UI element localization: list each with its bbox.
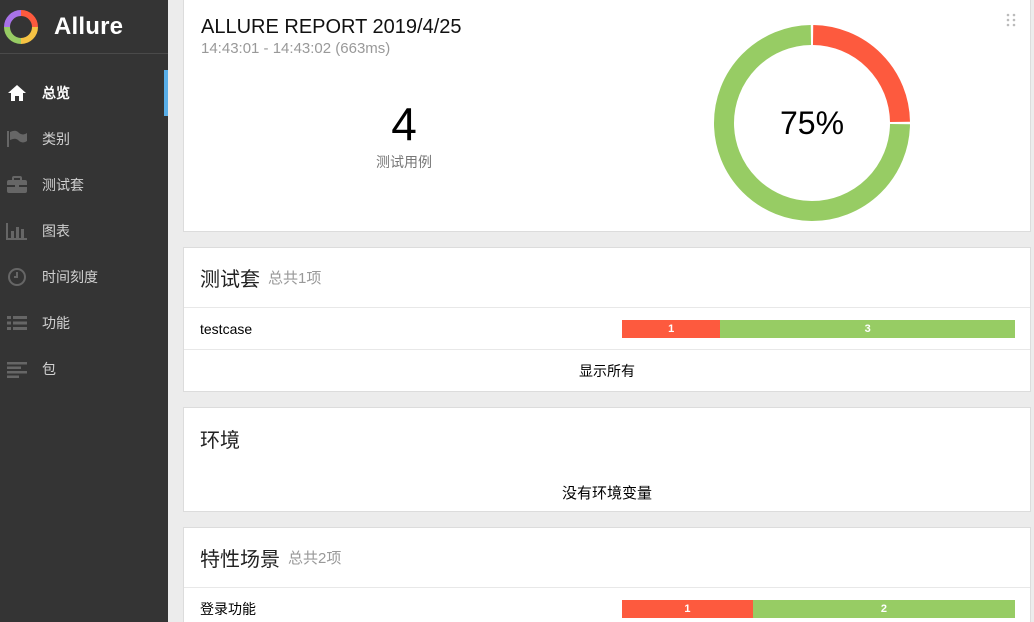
brand-name: Allure xyxy=(54,12,124,40)
sidebar-item-categories[interactable]: 类别 xyxy=(0,116,168,162)
test-case-count: 4 xyxy=(391,98,417,150)
widget-title: 环境 xyxy=(200,429,240,452)
bar-chart-icon xyxy=(6,220,28,242)
sidebar-item-label: 测试套 xyxy=(42,177,84,193)
sidebar-item-label: 图表 xyxy=(42,223,70,239)
sidebar-item-graphs[interactable]: 图表 xyxy=(0,208,168,254)
failed-segment: 1 xyxy=(622,600,753,618)
allure-logo-icon xyxy=(4,9,38,44)
sidebar-item-label: 功能 xyxy=(42,315,70,331)
report-time-range: 14:43:01 - 14:43:02 (663ms) xyxy=(201,40,391,57)
sidebar-item-overview[interactable]: 总览 xyxy=(0,70,168,116)
status-bar: 1 2 xyxy=(622,600,1015,618)
sidebar-item-label: 包 xyxy=(42,361,56,377)
sidebar-item-behaviors[interactable]: 功能 xyxy=(0,300,168,346)
align-left-icon xyxy=(6,358,28,380)
sidebar-item-label: 类别 xyxy=(42,131,70,147)
summary-widget: ALLURE REPORT 2019/4/25 14:43:01 - 14:43… xyxy=(183,0,1031,232)
sidebar: Allure 总览 类别 测试套 图表 时间刻度 功能 包 xyxy=(0,0,168,622)
sidebar-nav: 总览 类别 测试套 图表 时间刻度 功能 包 xyxy=(0,70,168,392)
environment-widget: 环境 没有环境变量 xyxy=(183,407,1031,512)
brand[interactable]: Allure xyxy=(0,0,168,54)
sidebar-item-packages[interactable]: 包 xyxy=(0,346,168,392)
briefcase-icon xyxy=(6,174,28,196)
sidebar-item-timeline[interactable]: 时间刻度 xyxy=(0,254,168,300)
report-title: ALLURE REPORT 2019/4/25 xyxy=(201,16,462,38)
status-bar: 1 3 xyxy=(622,320,1015,338)
home-icon xyxy=(6,82,28,104)
widget-header: 测试套 总共1项 xyxy=(184,248,1030,308)
failed-segment: 1 xyxy=(622,320,721,338)
environment-empty-text: 没有环境变量 xyxy=(561,484,652,502)
table-row[interactable]: testcase 1 3 xyxy=(184,308,1030,350)
widget-count: 总共1项 xyxy=(268,270,322,287)
suite-name: testcase xyxy=(200,320,253,337)
flag-icon xyxy=(6,128,28,150)
test-case-count-label: 测试用例 xyxy=(376,154,432,170)
sidebar-item-suites[interactable]: 测试套 xyxy=(0,162,168,208)
suites-widget: 测试套 总共1项 testcase 1 3 显示所有 xyxy=(183,247,1031,392)
sidebar-item-label: 总览 xyxy=(42,85,70,101)
widget-count: 总共2项 xyxy=(288,550,342,567)
features-widget: 特性场景 总共2项 登录功能 1 2 xyxy=(183,527,1031,622)
sidebar-item-label: 时间刻度 xyxy=(42,269,98,285)
widget-header: 环境 xyxy=(184,408,1030,468)
widget-title: 特性场景 xyxy=(200,549,280,571)
widget-header: 特性场景 总共2项 xyxy=(184,528,1030,588)
show-all-link[interactable]: 显示所有 xyxy=(184,350,1030,391)
widget-title: 测试套 xyxy=(200,269,260,291)
feature-name: 登录功能 xyxy=(200,600,256,617)
drag-handle-icon[interactable] xyxy=(1006,13,1016,27)
list-icon xyxy=(6,312,28,334)
passed-segment: 3 xyxy=(720,320,1015,338)
main-content: ALLURE REPORT 2019/4/25 14:43:01 - 14:43… xyxy=(168,0,1034,622)
clock-icon xyxy=(6,266,28,288)
success-rate-label: 75% xyxy=(779,104,845,141)
passed-segment: 2 xyxy=(752,600,1015,618)
table-row[interactable]: 登录功能 1 2 xyxy=(184,588,1030,622)
